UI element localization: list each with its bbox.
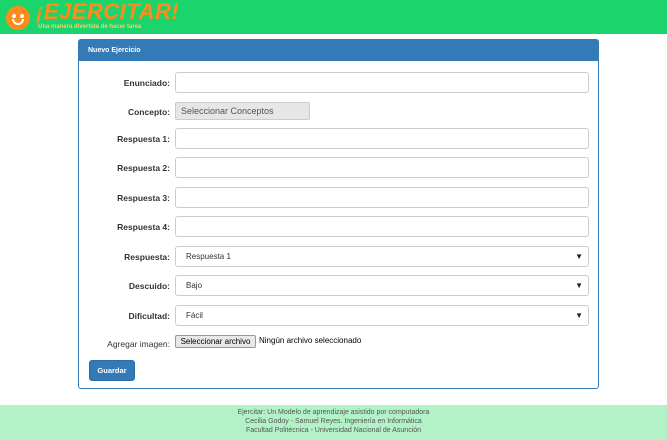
footer-line-3: Facultad Politécnica - Universidad Nacio… bbox=[245, 427, 422, 434]
respuesta1-label: Respuesta 1: bbox=[117, 134, 170, 144]
save-button[interactable]: Guardar bbox=[89, 360, 135, 381]
panel-title: Nuevo Ejercicio bbox=[79, 40, 598, 61]
descuido-select[interactable]: Bajo ▼ bbox=[175, 275, 589, 296]
footer-line-2: Cecilia Godoy - Samuel Reyes. Ingeniería… bbox=[245, 418, 422, 425]
page-footer: Ejercitar: Un Modelo de aprendizaje asis… bbox=[0, 405, 667, 440]
dificultad-label: Dificultad: bbox=[128, 311, 170, 321]
respuesta-label: Respuesta: bbox=[124, 252, 170, 262]
chevron-down-icon: ▼ bbox=[575, 252, 583, 261]
respuesta-select[interactable]: Respuesta 1 ▼ bbox=[175, 246, 589, 267]
dificultad-select[interactable]: Fácil ▼ bbox=[175, 305, 589, 326]
chevron-down-icon: ▼ bbox=[575, 281, 583, 290]
footer-line-1: Ejercitar: Un Modelo de aprendizaje asis… bbox=[237, 409, 430, 416]
select-concepts-button[interactable]: Seleccionar Conceptos bbox=[175, 102, 310, 120]
respuesta2-label: Respuesta 2: bbox=[117, 163, 170, 173]
logo-title: ¡EJERCITAR! bbox=[36, 0, 180, 24]
respuesta-select-value: Respuesta 1 bbox=[186, 252, 231, 261]
concepto-label: Concepto: bbox=[127, 107, 170, 117]
respuesta1-input[interactable] bbox=[175, 128, 589, 149]
file-status: Ningún archivo seleccionado bbox=[259, 336, 362, 345]
enunciado-input[interactable] bbox=[175, 72, 589, 93]
logo-tagline: Una manera divertida de hacer tarea bbox=[38, 24, 142, 30]
select-file-button[interactable]: Seleccionar archivo bbox=[175, 335, 256, 348]
new-exercise-panel: Nuevo Ejercicio Enunciado: Concepto: Sel… bbox=[78, 39, 599, 389]
respuesta4-input[interactable] bbox=[175, 216, 589, 237]
dificultad-select-value: Fácil bbox=[186, 311, 203, 320]
enunciado-label: Enunciado: bbox=[123, 78, 170, 88]
app-header: ¡EJERCITAR! Una manera divertida de hace… bbox=[0, 0, 667, 34]
respuesta3-input[interactable] bbox=[175, 187, 589, 208]
respuesta2-input[interactable] bbox=[175, 157, 589, 178]
chevron-down-icon: ▼ bbox=[575, 311, 583, 320]
respuesta3-label: Respuesta 3: bbox=[117, 193, 170, 203]
smiley-logo-icon bbox=[6, 6, 30, 30]
respuesta4-label: Respuesta 4: bbox=[117, 222, 170, 232]
descuido-label: Descuido: bbox=[128, 281, 170, 291]
imagen-label: Agregar imagen: bbox=[107, 339, 170, 349]
descuido-select-value: Bajo bbox=[186, 281, 203, 290]
